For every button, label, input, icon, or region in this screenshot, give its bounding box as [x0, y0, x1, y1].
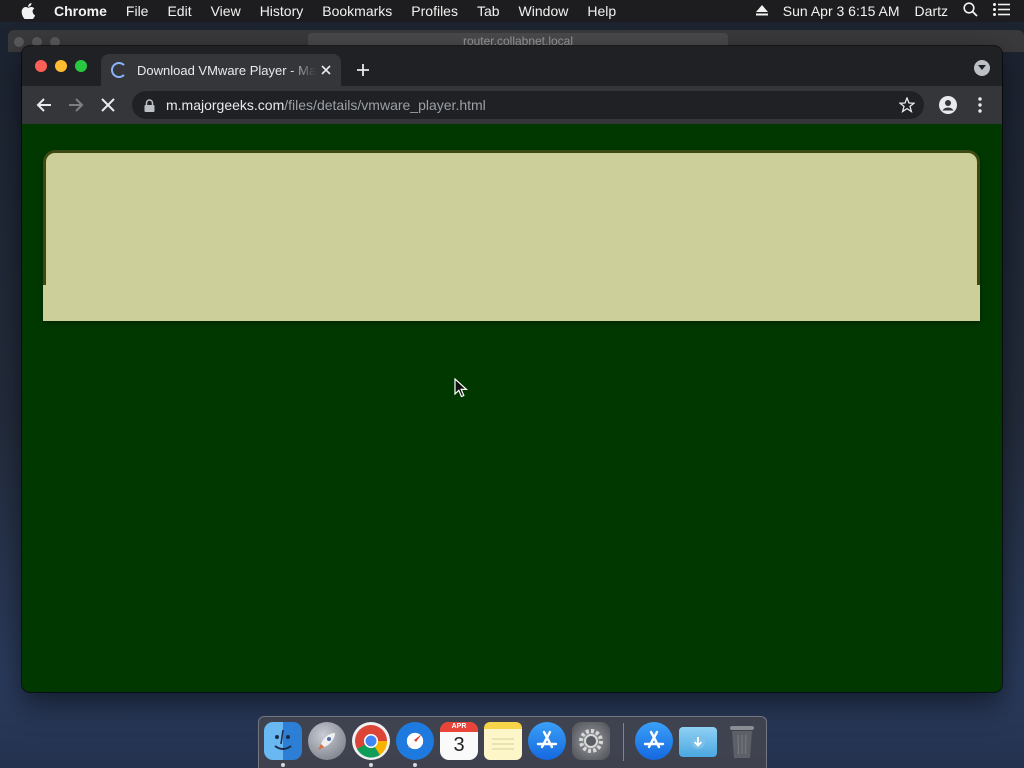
menu-edit[interactable]: Edit — [167, 3, 191, 19]
menu-profiles[interactable]: Profiles — [411, 3, 458, 19]
page-header-panel — [43, 150, 980, 321]
more-menu-icon[interactable] — [968, 93, 992, 117]
browser-toolbar: m.majorgeeks.com/files/details/vmware_pl… — [22, 86, 1002, 124]
dock-app-store-icon[interactable] — [528, 722, 566, 760]
notification-center-icon[interactable] — [993, 3, 1010, 19]
stop-loading-x-icon[interactable] — [96, 93, 120, 117]
tab-search-chevron-icon[interactable] — [974, 60, 990, 76]
dock-notes-icon[interactable] — [484, 722, 522, 760]
window-close-button[interactable] — [35, 60, 47, 72]
dock-chrome-icon[interactable] — [352, 722, 390, 760]
tab-title: Download VMware Player - MajorGeeks — [137, 62, 317, 78]
window-minimize-button[interactable] — [55, 60, 67, 72]
page-content — [22, 124, 1002, 692]
menu-window[interactable]: Window — [519, 3, 569, 19]
menu-bar: Chrome File Edit View History Bookmarks … — [0, 0, 1024, 22]
address-bar[interactable]: m.majorgeeks.com/files/details/vmware_pl… — [132, 91, 924, 119]
apple-menu-icon[interactable] — [18, 0, 38, 22]
dock-safari-compass-icon[interactable] — [396, 722, 434, 760]
tab-active[interactable]: Download VMware Player - MajorGeeks — [101, 54, 341, 86]
lock-icon[interactable] — [144, 98, 156, 112]
menu-history[interactable]: History — [260, 3, 304, 19]
back-arrow-icon[interactable] — [32, 93, 56, 117]
url-path: /files/details/vmware_player.html — [284, 97, 486, 113]
menu-view[interactable]: View — [211, 3, 241, 19]
calendar-day: 3 — [453, 734, 465, 756]
dock-launchpad-rocket-icon[interactable] — [308, 722, 346, 760]
dock-running-indicator — [369, 763, 373, 767]
menu-help[interactable]: Help — [587, 3, 616, 19]
chrome-window: Download VMware Player - MajorGeeks m.ma… — [22, 46, 1002, 692]
dock-system-preferences-gear-icon[interactable] — [572, 722, 610, 760]
dock-running-indicator — [281, 763, 285, 767]
menubar-clock[interactable]: Sun Apr 3 6:15 AM — [783, 3, 900, 19]
new-tab-plus-icon[interactable] — [351, 58, 375, 82]
url-host: m.majorgeeks.com — [166, 97, 285, 113]
menu-tab[interactable]: Tab — [477, 3, 500, 19]
mouse-pointer-icon — [454, 378, 468, 398]
dock-calendar-icon[interactable]: APR 3 — [440, 722, 478, 760]
window-zoom-button[interactable] — [75, 60, 87, 72]
bookmark-star-icon[interactable] — [898, 96, 916, 114]
dock-trash-icon[interactable] — [723, 722, 761, 760]
menu-bookmarks[interactable]: Bookmarks — [322, 3, 392, 19]
loading-spinner-icon — [111, 62, 127, 78]
dock-separator — [623, 723, 624, 761]
forward-arrow-icon[interactable] — [64, 93, 88, 117]
dock-running-indicator — [413, 763, 417, 767]
dock: APR 3 — [258, 716, 767, 768]
menubar-user[interactable]: Dartz — [915, 3, 948, 19]
dock-downloads-folder-icon[interactable] — [679, 727, 717, 757]
dock-finder-icon[interactable] — [264, 722, 302, 760]
eject-icon[interactable] — [755, 3, 768, 19]
profile-avatar-icon[interactable] — [936, 93, 960, 117]
tab-close-icon[interactable] — [316, 58, 335, 82]
tab-strip: Download VMware Player - MajorGeeks — [22, 46, 1002, 86]
calendar-month: APR — [440, 722, 478, 732]
dock-applications-folder-icon[interactable] — [635, 722, 673, 760]
spotlight-search-icon[interactable] — [963, 2, 978, 20]
menu-file[interactable]: File — [126, 3, 149, 19]
menu-app-chrome[interactable]: Chrome — [54, 3, 107, 19]
